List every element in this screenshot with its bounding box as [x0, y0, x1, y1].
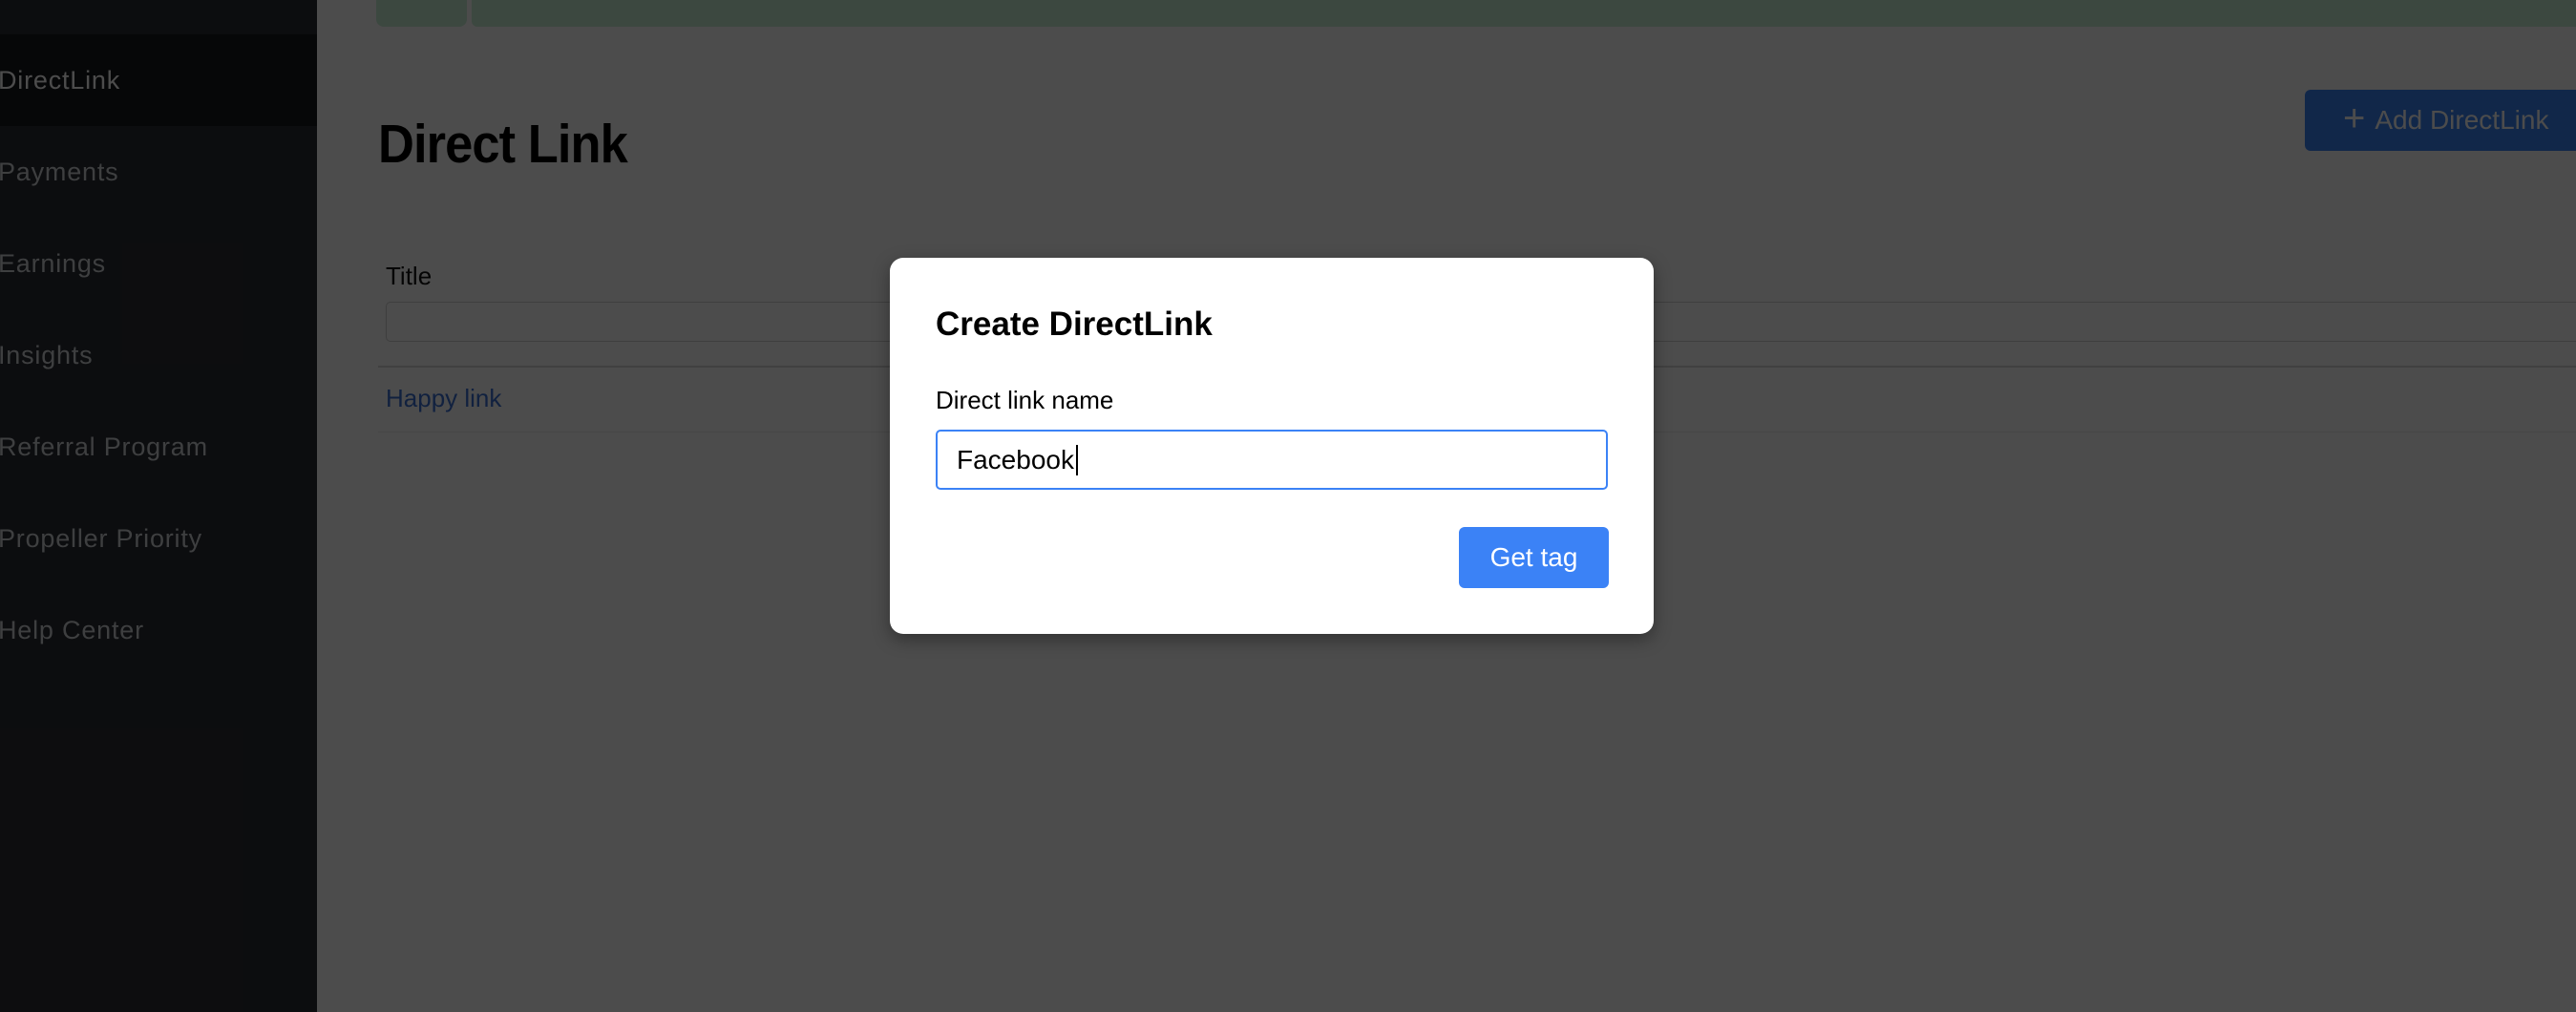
- direct-link-name-label: Direct link name: [936, 386, 1114, 414]
- modal-title: Create DirectLink: [936, 306, 1213, 343]
- text-caret: [1076, 445, 1078, 475]
- app-root: DirectLink Payments Earnings Insights Re…: [0, 0, 2576, 1012]
- get-tag-button[interactable]: Get tag: [1459, 527, 1609, 588]
- direct-link-name-input[interactable]: [936, 430, 1608, 490]
